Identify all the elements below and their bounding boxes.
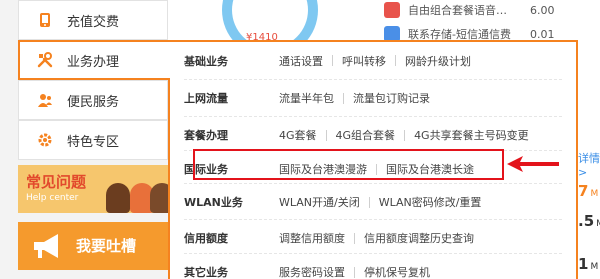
menu-category-label: 其它业务 <box>184 266 228 279</box>
sidebar-item-label: 特色专区 <box>67 134 120 150</box>
menu-link[interactable]: 服务密码设置 <box>279 264 345 279</box>
menu-category-row-international: 国际业务 国际及台港澳漫游 国际及台港澳长途 <box>184 150 562 187</box>
usage-number: 7M <box>578 182 599 200</box>
menu-category-label: 信用额度 <box>184 232 228 245</box>
sidebar-item-label: 便民服务 <box>67 94 120 110</box>
divider <box>368 196 370 208</box>
menu-category-label: 上网流量 <box>184 92 228 105</box>
complain-banner-title: 我要吐槽 <box>76 237 137 255</box>
menu-link-intl-roaming[interactable]: 国际及台港澳漫游 <box>279 161 367 177</box>
help-center-banner[interactable]: 常见问题 Help center <box>18 165 168 213</box>
annotation-arrow-icon <box>507 156 559 172</box>
sidebar-item-recharge[interactable]: 充值交费 <box>18 0 168 40</box>
usage-number: 1M <box>578 255 599 273</box>
divider <box>376 163 377 175</box>
gear-icon <box>37 132 53 148</box>
megaphone-icon <box>30 232 64 260</box>
menu-link[interactable]: 呼叫转移 <box>342 53 386 69</box>
people-icon <box>37 92 53 108</box>
tools-icon <box>37 52 53 68</box>
menu-link[interactable]: 网龄升级计划 <box>405 53 471 69</box>
cartoon-kid-icon <box>106 183 130 213</box>
sidebar-item-special[interactable]: 特色专区 <box>18 120 168 160</box>
package-price: 6.00 <box>530 4 555 17</box>
complain-banner[interactable]: 我要吐槽 <box>18 222 168 270</box>
divider <box>332 55 333 66</box>
menu-link[interactable]: 停机保号复机 <box>364 264 430 279</box>
divider <box>354 232 355 244</box>
menu-category-row: 信用额度 调整信用额度 信用额度调整历史查询 <box>184 219 562 256</box>
sidebar-item-business[interactable]: 业务办理 <box>18 40 170 80</box>
divider <box>354 266 355 278</box>
menu-link[interactable]: 4G组合套餐 <box>336 127 396 143</box>
sidebar-item-label: 业务办理 <box>67 54 120 70</box>
sidebar-item-convenience[interactable]: 便民服务 <box>18 80 168 120</box>
usage-number: .5M <box>578 212 600 230</box>
divider <box>343 92 344 104</box>
sidebar: 充值交费 业务办理 便民服务 特色专区 常见问题 Help center 我要吐… <box>0 0 170 279</box>
divider <box>404 129 406 141</box>
menu-link[interactable]: 流量包订购记录 <box>353 90 430 106</box>
menu-category-label: 基础业务 <box>184 54 228 68</box>
menu-category-row: 基础业务 通话设置 呼叫转移 网龄升级计划 <box>184 42 562 79</box>
help-banner-title: 常见问题 <box>26 173 87 191</box>
package-label: 自由组合套餐语音… <box>408 4 507 17</box>
menu-category-label: WLAN业务 <box>184 196 243 209</box>
menu-link[interactable]: 4G共享套餐主号码变更 <box>414 127 529 143</box>
details-link[interactable]: 详情> <box>578 150 600 179</box>
menu-link[interactable]: 4G套餐 <box>279 127 317 143</box>
menu-category-row: 上网流量 流量半年包 流量包订购记录 <box>184 79 562 116</box>
menu-link[interactable]: WLAN密码修改/重置 <box>379 194 482 210</box>
help-banner-subtitle: Help center <box>26 193 79 203</box>
menu-link[interactable]: 信用额度调整历史查询 <box>364 230 474 246</box>
divider <box>325 129 327 141</box>
phone-recharge-icon <box>37 12 53 28</box>
menu-category-row: 套餐办理 4G套餐 4G组合套餐 4G共享套餐主号码变更 <box>184 116 562 153</box>
cartoon-kid-icon <box>150 183 168 213</box>
paperclip-icon <box>384 2 400 18</box>
menu-category-row: 其它业务 服务密码设置 停机保号复机 <box>184 253 562 279</box>
menu-category-label: 套餐办理 <box>184 129 228 142</box>
menu-link[interactable]: WLAN开通/关闭 <box>279 194 360 210</box>
package-row[interactable]: 自由组合套餐语音… <box>384 2 507 18</box>
menu-link[interactable]: 调整信用额度 <box>279 230 345 246</box>
menu-link-intl-long-distance[interactable]: 国际及台港澳长途 <box>386 161 474 177</box>
menu-link[interactable]: 通话设置 <box>279 53 323 69</box>
menu-link[interactable]: 流量半年包 <box>279 90 334 106</box>
menu-category-row: WLAN业务 WLAN开通/关闭 WLAN密码修改/重置 <box>184 183 562 220</box>
sidebar-item-label: 充值交费 <box>67 14 120 30</box>
divider <box>395 55 396 66</box>
menu-category-label: 国际业务 <box>184 163 228 176</box>
